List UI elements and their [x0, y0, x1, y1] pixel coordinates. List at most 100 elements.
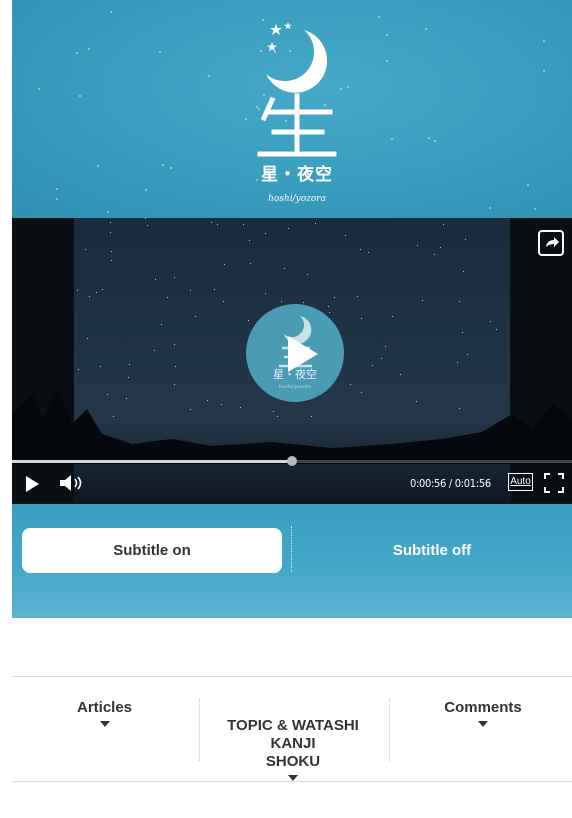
sky-speck: [262, 94, 265, 96]
night-star: [357, 296, 359, 298]
night-star: [385, 345, 387, 347]
sky-speck: [97, 165, 100, 168]
time-display: 0:00:56 / 0:01:56: [410, 477, 491, 490]
night-star: [434, 253, 436, 255]
night-star: [371, 365, 373, 367]
night-star: [190, 289, 192, 291]
sky-speck: [79, 95, 82, 98]
night-star: [109, 222, 111, 224]
night-star: [306, 273, 308, 275]
night-star: [153, 349, 155, 351]
sky-speck: [390, 138, 393, 141]
night-star: [458, 301, 460, 303]
sky-speck: [245, 117, 248, 120]
night-star: [145, 218, 147, 220]
logo-title: 星・夜空: [261, 165, 333, 185]
sky-speck: [543, 69, 546, 72]
sky-speck: [425, 28, 428, 31]
sky-speck: [144, 189, 147, 192]
night-star: [439, 247, 441, 249]
night-star: [223, 301, 225, 303]
sky-speck: [38, 88, 41, 91]
seek-bar[interactable]: [12, 456, 572, 466]
night-star: [490, 320, 492, 322]
sky-speck: [339, 87, 342, 90]
night-star: [344, 235, 346, 237]
caret-down-icon: [99, 721, 110, 727]
sky-speck: [543, 40, 546, 43]
caret-down-icon: [478, 721, 488, 727]
night-star: [173, 277, 175, 279]
night-star: [129, 363, 131, 365]
sky-speck: [534, 207, 537, 210]
sky-speck: [87, 47, 90, 50]
tab-label: Comments: [444, 699, 522, 716]
section-tabs: Articles TOPIC & WATASHI KANJI SHOKU Com…: [12, 676, 572, 782]
sky-speck: [76, 52, 79, 55]
hero-banner: 星・夜空 hoshi/yozora: [12, 0, 572, 218]
fullscreen-icon[interactable]: [544, 473, 564, 493]
night-star: [359, 248, 361, 250]
moon-kanji-icon: [257, 22, 337, 157]
sky-speck: [284, 120, 287, 122]
night-star: [84, 248, 86, 250]
night-star: [281, 300, 283, 302]
night-star: [100, 366, 102, 368]
sky-speck: [385, 60, 388, 63]
sky-speck: [323, 104, 326, 107]
night-star: [86, 338, 88, 340]
tab-divider: [199, 699, 200, 761]
night-star: [154, 278, 156, 280]
sky-speck: [56, 198, 59, 201]
tab-articles[interactable]: Articles: [42, 699, 167, 727]
control-bar: 0:00:56 / 0:01:56 Auto: [12, 468, 572, 500]
share-button[interactable]: [538, 230, 564, 256]
play-icon[interactable]: [288, 336, 318, 372]
sky-speck: [377, 16, 380, 19]
night-star: [147, 225, 149, 227]
caret-down-icon: [288, 775, 298, 781]
night-star: [249, 262, 251, 264]
subtitle-on-button[interactable]: Subtitle on: [22, 528, 282, 573]
night-star: [265, 233, 267, 235]
night-star: [223, 264, 225, 266]
tab-comments[interactable]: Comments: [418, 699, 548, 727]
sky-speck: [385, 33, 388, 36]
quality-button[interactable]: Auto: [508, 473, 533, 491]
sky-speck: [273, 50, 276, 53]
subtitle-toggle: Subtitle on Subtitle off: [12, 504, 572, 618]
night-star: [167, 296, 169, 298]
sky-speck: [109, 10, 112, 13]
night-star: [214, 289, 216, 291]
volume-icon[interactable]: [58, 472, 88, 494]
night-star: [467, 353, 469, 355]
night-star: [111, 260, 113, 262]
sky-speck: [489, 207, 492, 210]
night-star: [361, 317, 363, 319]
page: 星・夜空 hoshi/yozora 星・夜空 hoshi/yozora 0:00…: [12, 0, 572, 818]
night-star: [380, 357, 382, 359]
site-logo[interactable]: 星・夜空 hoshi/yozora: [242, 18, 352, 208]
night-star: [334, 297, 336, 299]
night-star: [422, 300, 424, 302]
night-star: [462, 270, 464, 272]
sky-speck: [427, 137, 430, 140]
night-star: [77, 369, 79, 371]
night-star: [314, 222, 316, 224]
tab-topic-watashi[interactable]: TOPIC & WATASHI KANJI SHOKU: [208, 699, 378, 799]
tab-label: Articles: [76, 699, 133, 716]
seek-handle[interactable]: [287, 456, 297, 466]
subtitle-off-button[interactable]: Subtitle off: [302, 528, 562, 573]
sky-speck: [158, 50, 161, 53]
share-icon: [546, 237, 559, 247]
thumbnail-subtitle: hoshi/yozora: [278, 384, 312, 390]
tab-divider: [389, 699, 390, 761]
night-star: [110, 250, 112, 252]
sky-speck: [255, 106, 258, 109]
night-star: [284, 268, 286, 270]
play-pause-icon[interactable]: [26, 476, 39, 492]
sky-speck: [433, 139, 436, 142]
video-player[interactable]: 星・夜空 hoshi/yozora 0:00:56 / 0:01:56 Auto: [12, 218, 572, 504]
night-star: [89, 295, 91, 297]
sky-speck: [55, 188, 58, 191]
